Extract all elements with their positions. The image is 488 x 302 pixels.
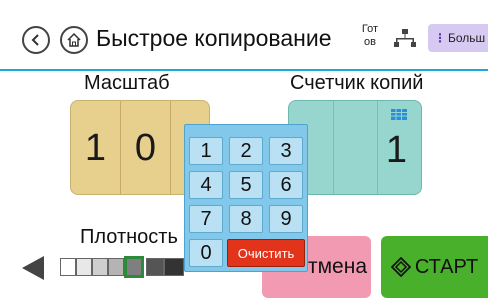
header-divider bbox=[0, 69, 488, 71]
start-button[interactable]: СТАРТ bbox=[381, 236, 488, 298]
density-step[interactable] bbox=[60, 258, 76, 276]
key-7[interactable]: 7 bbox=[189, 205, 223, 233]
network-icon bbox=[394, 29, 416, 47]
cancel-button-label: тмена bbox=[307, 255, 367, 278]
chevron-left-icon bbox=[31, 34, 39, 46]
key-2[interactable]: 2 bbox=[229, 137, 263, 165]
key-4[interactable]: 4 bbox=[189, 171, 223, 199]
status-line-1: Гот bbox=[361, 23, 379, 35]
status-line-2: ов bbox=[364, 36, 376, 48]
scale-label: Масштаб bbox=[84, 72, 170, 94]
home-icon bbox=[67, 32, 81, 47]
copies-label: Счетчик копий bbox=[290, 72, 424, 94]
start-button-label: СТАРТ bbox=[414, 255, 479, 278]
status-text: Гот ов bbox=[359, 24, 381, 48]
density-step[interactable] bbox=[108, 258, 124, 276]
density-step[interactable] bbox=[164, 258, 184, 276]
key-3[interactable]: 3 bbox=[269, 137, 303, 165]
density-step[interactable] bbox=[146, 258, 164, 276]
copies-value: 1 bbox=[385, 129, 407, 171]
density-label: Плотность bbox=[80, 226, 178, 248]
density-decrease-button[interactable] bbox=[22, 256, 44, 280]
scale-digit-2: 0 bbox=[121, 101, 171, 194]
key-1[interactable]: 1 bbox=[189, 137, 223, 165]
key-8[interactable]: 8 bbox=[229, 205, 263, 233]
key-0[interactable]: 0 bbox=[189, 239, 223, 267]
more-dots-icon: ⋮ bbox=[434, 31, 446, 45]
copies-field[interactable]: 1 bbox=[288, 100, 422, 195]
density-step[interactable] bbox=[76, 258, 92, 276]
header-bar: Быстрое копирование Гот ов ⋮ Больш bbox=[0, 0, 488, 71]
key-6[interactable]: 6 bbox=[269, 171, 303, 199]
back-button[interactable] bbox=[22, 26, 50, 54]
more-button-label: Больш bbox=[448, 31, 486, 45]
home-button[interactable] bbox=[60, 26, 88, 54]
copies-segment bbox=[333, 101, 378, 194]
numeric-keypad: 1 2 3 4 5 6 7 8 9 0 Очистить bbox=[184, 124, 308, 272]
more-button[interactable]: ⋮ Больш bbox=[428, 24, 488, 52]
density-step-selected[interactable] bbox=[124, 256, 144, 278]
scale-digit-1: 1 bbox=[71, 101, 121, 194]
density-step[interactable] bbox=[92, 258, 108, 276]
start-diamond-icon bbox=[390, 257, 411, 277]
page-title: Быстрое копирование bbox=[96, 25, 332, 51]
clear-button[interactable]: Очистить bbox=[227, 239, 305, 267]
key-9[interactable]: 9 bbox=[269, 205, 303, 233]
keypad-grid-icon bbox=[391, 109, 407, 120]
key-5[interactable]: 5 bbox=[229, 171, 263, 199]
